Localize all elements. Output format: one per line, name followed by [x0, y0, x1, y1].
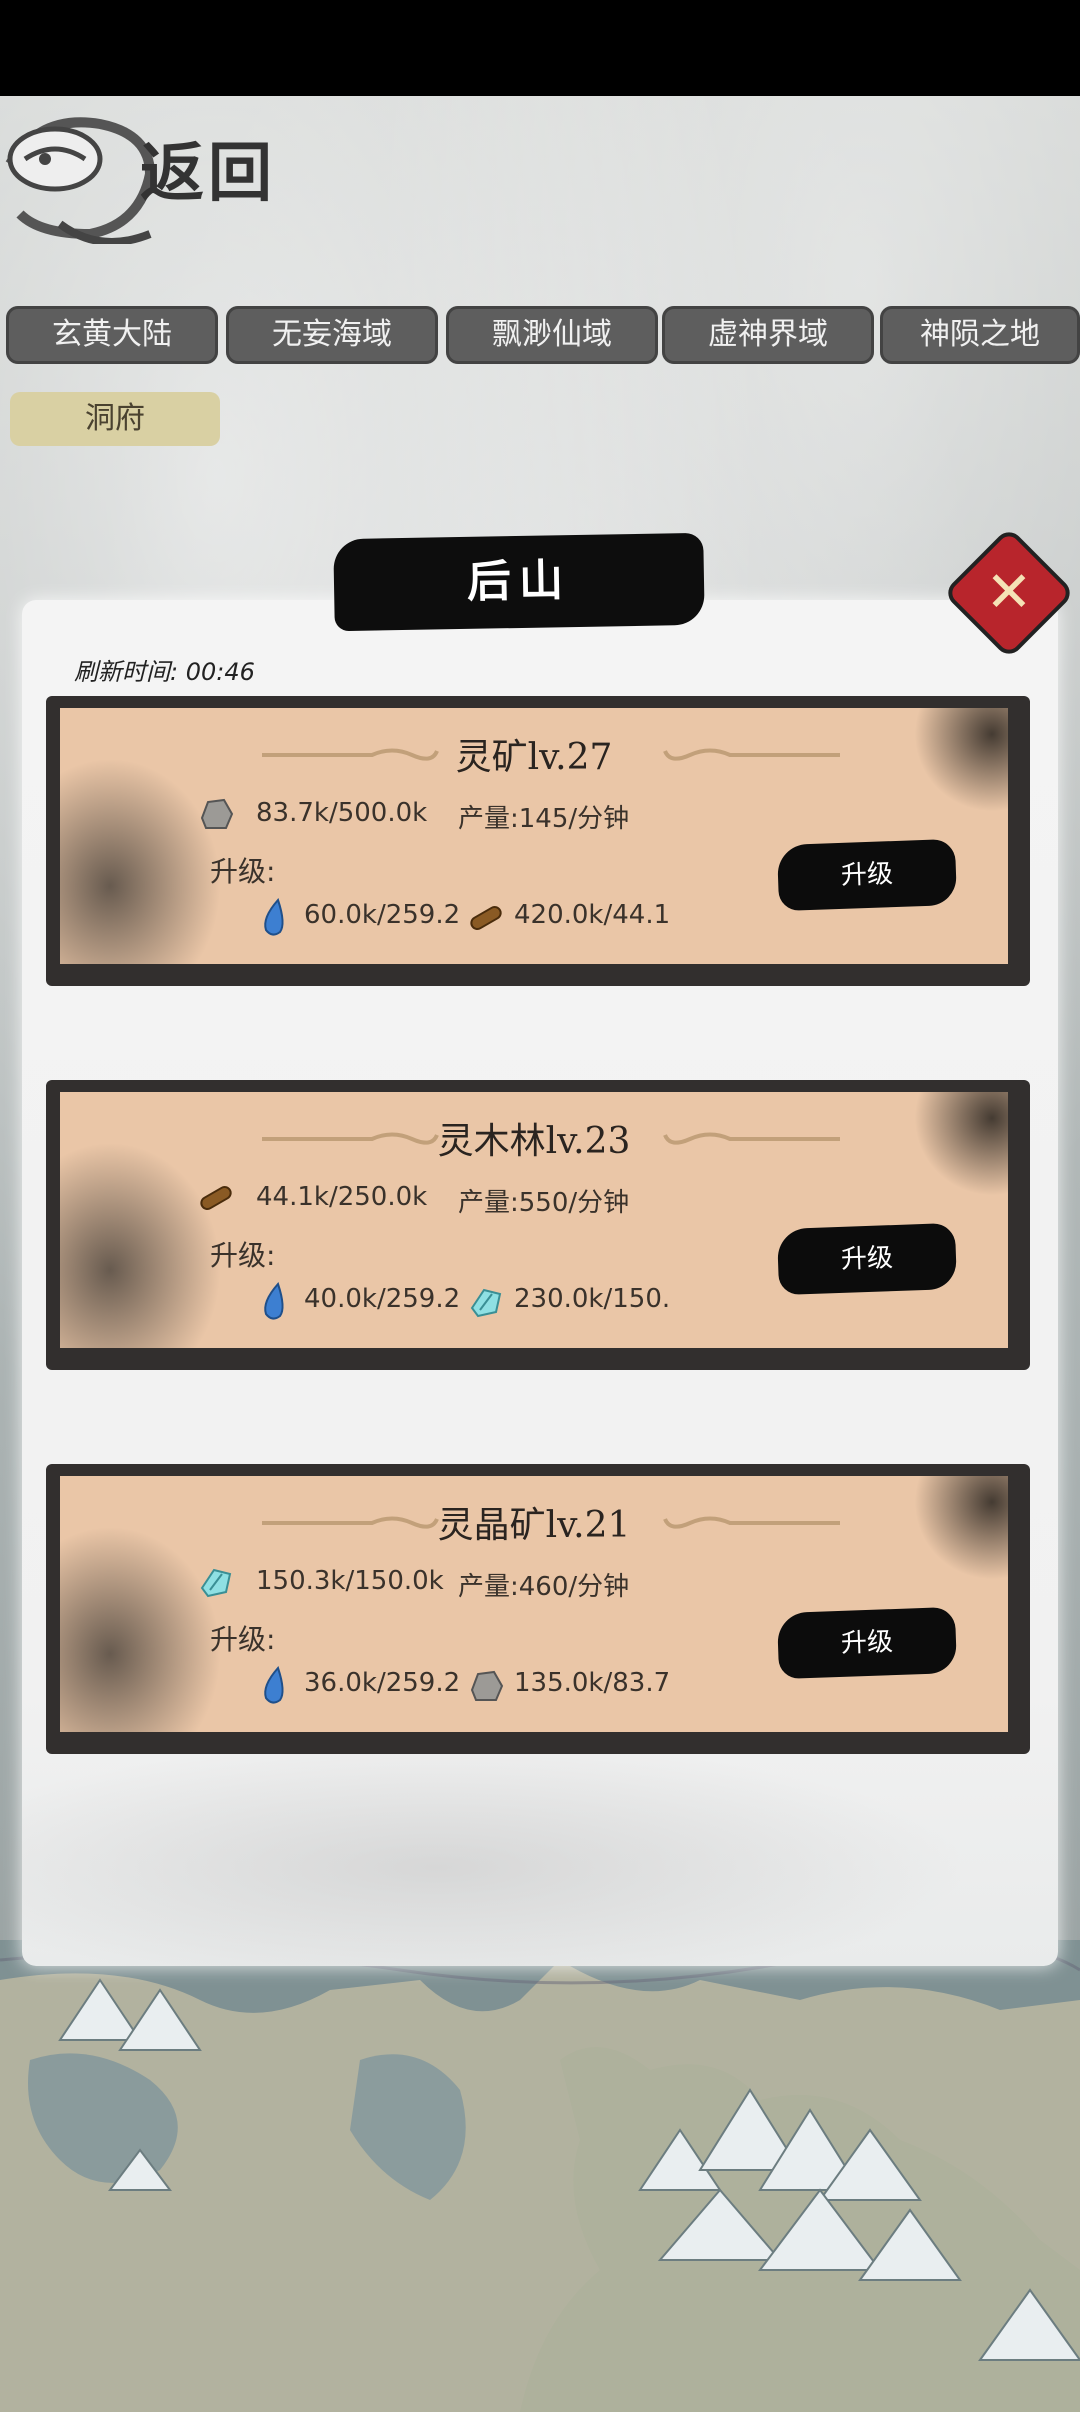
tab-xushen[interactable]: 虚神界域 — [662, 306, 874, 364]
stone-icon — [200, 798, 234, 829]
upgrade-button[interactable]: 升级 — [776, 838, 958, 912]
cost-value: 40.0k/259.2 — [304, 1284, 461, 1314]
cost-value: 230.0k/150. — [514, 1284, 671, 1314]
production-rate: 产量:145/分钟 — [458, 804, 630, 834]
building-card-lingjingkuang: 灵晶矿lv.21 150.3k/150.0k 产量:460/分钟 升级: 36.… — [46, 1464, 1030, 1754]
ink-decoration — [60, 748, 230, 964]
wood-log-icon — [470, 906, 502, 930]
cost-value: 135.0k/83.7 — [514, 1668, 671, 1698]
stock-value: 44.1k/250.0k — [256, 1182, 428, 1212]
upgrade-label: 升级: — [210, 1239, 276, 1272]
tab-wuwang[interactable]: 无妄海域 — [226, 306, 438, 364]
back-button[interactable]: 返回 — [0, 96, 290, 256]
tab-piaomiao[interactable]: 飘渺仙域 — [446, 306, 658, 364]
ink-decoration — [60, 1132, 230, 1348]
upgrade-button[interactable]: 升级 — [776, 1606, 958, 1680]
production-rate: 产量:550/分钟 — [458, 1188, 630, 1218]
back-label: 返回 — [140, 136, 276, 211]
building-card-lingkuang: 灵矿lv.27 83.7k/500.0k 产量:145/分钟 升级: 60.0k… — [46, 696, 1030, 986]
tab-xuanhuang[interactable]: 玄黄大陆 — [6, 306, 218, 364]
water-drop-icon — [264, 898, 284, 936]
status-bar — [0, 0, 1080, 96]
building-name: 灵矿lv.27 — [455, 737, 613, 778]
crystal-icon — [470, 1288, 502, 1318]
water-drop-icon — [264, 1282, 284, 1320]
cost-value: 36.0k/259.2 — [304, 1668, 461, 1698]
close-icon[interactable]: ✕ — [966, 550, 1052, 636]
stock-value: 83.7k/500.0k — [256, 798, 428, 828]
production-rate: 产量:460/分钟 — [458, 1572, 630, 1602]
tab-shenyun[interactable]: 神陨之地 — [880, 306, 1080, 364]
card-body: 灵晶矿lv.21 150.3k/150.0k 产量:460/分钟 升级: 36.… — [60, 1476, 1008, 1732]
ink-decoration — [60, 1516, 230, 1732]
wood-log-icon — [200, 1186, 232, 1210]
tab-dongfu[interactable]: 洞府 — [10, 392, 220, 446]
cost-value: 60.0k/259.2 — [304, 900, 461, 930]
upgrade-label: 升级: — [210, 1623, 276, 1656]
panel-title: 后山 — [333, 532, 705, 632]
panel-mist — [22, 1720, 1058, 1966]
world-map — [0, 1940, 1080, 2412]
region-tabs: 玄黄大陆 无妄海域 飘渺仙域 虚神界域 神陨之地 — [0, 306, 1080, 368]
upgrade-button[interactable]: 升级 — [776, 1222, 958, 1296]
upgrade-label: 升级: — [210, 855, 276, 888]
water-drop-icon — [264, 1666, 284, 1704]
refresh-timer: 刷新时间: 00:46 — [74, 658, 255, 686]
building-name: 灵晶矿lv.21 — [437, 1505, 631, 1546]
stock-value: 150.3k/150.0k — [256, 1566, 444, 1596]
building-name: 灵木林lv.23 — [437, 1121, 631, 1162]
card-body: 灵木林lv.23 44.1k/250.0k 产量:550/分钟 升级: 40.0… — [60, 1092, 1008, 1348]
building-card-lingmulin: 灵木林lv.23 44.1k/250.0k 产量:550/分钟 升级: 40.0… — [46, 1080, 1030, 1370]
crystal-icon — [200, 1568, 232, 1598]
stone-icon — [470, 1670, 504, 1701]
card-body: 灵矿lv.27 83.7k/500.0k 产量:145/分钟 升级: 60.0k… — [60, 708, 1008, 964]
cost-value: 420.0k/44.1 — [514, 900, 671, 930]
